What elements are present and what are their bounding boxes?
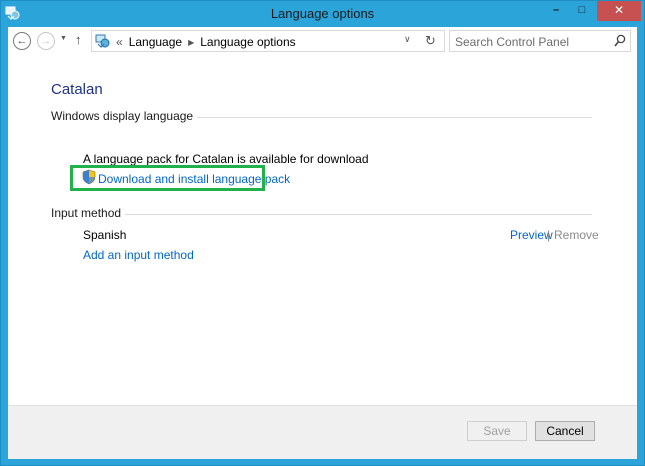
search-placeholder: Search Control Panel [455,35,570,49]
language-pack-message: A language pack for Catalan is available… [83,152,369,166]
control-panel-icon [95,34,110,48]
language-options-window: Language options – □ ✕ ← → ▼ ↑ « Language… [0,0,645,466]
display-language-label: Windows display language [51,109,198,123]
uac-shield-icon [82,169,96,185]
input-method-label: Input method [51,206,126,220]
cancel-button[interactable]: Cancel [535,421,595,441]
search-input[interactable]: Search Control Panel [449,30,631,52]
navigation-bar: ← → ▼ ↑ « Language ▶ Language options ∨ ↻ S… [8,27,637,55]
breadcrumb: « Language ▶ Language options [116,35,296,49]
page-title: Catalan [51,81,103,98]
chevron-down-icon[interactable]: ∨ [404,34,411,45]
recent-locations-icon[interactable]: ▼ [60,35,67,42]
add-input-method-link[interactable]: Add an input method [83,248,194,262]
forward-button[interactable]: → [37,32,55,50]
close-button[interactable]: ✕ [597,1,641,21]
download-language-pack-link[interactable]: Download and install language pack [98,172,290,186]
refresh-icon[interactable]: ↻ [425,33,436,49]
minimize-button[interactable]: – [543,1,569,21]
main-content: Catalan Windows display language A langu… [8,55,637,405]
save-button: Save [467,421,527,441]
breadcrumb-item-language[interactable]: Language [129,35,182,49]
up-arrow-icon[interactable]: ↑ [75,32,82,47]
breadcrumb-item-language-options[interactable]: Language options [200,35,295,49]
search-icon[interactable] [614,34,626,48]
breadcrumb-overflow[interactable]: « [116,35,123,49]
footer-bar: Save Cancel [8,405,637,459]
title-bar[interactable]: Language options – □ ✕ [1,1,644,27]
address-bar[interactable]: « Language ▶ Language options ∨ ↻ [91,30,445,52]
remove-link: Remove [554,228,599,242]
client-area: ← → ▼ ↑ « Language ▶ Language options ∨ ↻ S… [8,27,637,459]
maximize-button[interactable]: □ [569,1,595,21]
chevron-right-icon[interactable]: ▶ [188,38,194,47]
link-separator: | [547,228,551,242]
input-method-name: Spanish [83,228,127,242]
back-button[interactable]: ← [13,32,31,50]
divider [51,214,592,215]
